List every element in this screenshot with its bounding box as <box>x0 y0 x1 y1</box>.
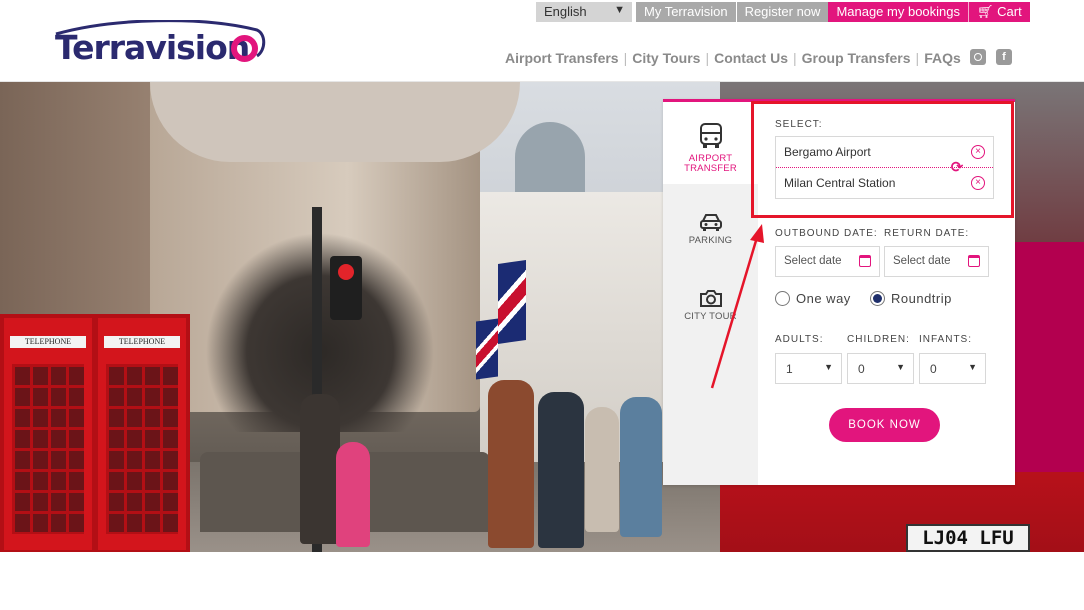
adults-select[interactable]: 1 ▼ <box>775 353 842 384</box>
camera-icon <box>699 290 722 307</box>
select-label: SELECT: <box>775 119 823 130</box>
tab-city-tour[interactable]: CITY TOUR <box>663 288 758 338</box>
nav-separator: | <box>623 50 628 66</box>
booth-sign: TELEPHONE <box>104 336 180 348</box>
nav-separator: | <box>915 50 920 66</box>
one-way-option[interactable]: One way <box>775 291 851 306</box>
children-select[interactable]: 0 ▼ <box>847 353 914 384</box>
booking-widget: AIRPORT TRANSFER PARKING CITY TOUR SELEC… <box>663 99 1015 485</box>
nav-separator: | <box>792 50 797 66</box>
infants-label: INFANTS: <box>919 334 973 345</box>
tab-label: CITY TOUR <box>684 311 737 322</box>
cart-link[interactable]: 🛒︎ Cart <box>968 2 1030 22</box>
terravision-logo[interactable]: Terravision <box>52 20 267 70</box>
bus-advert <box>1015 242 1084 472</box>
facebook-icon[interactable]: f <box>996 49 1012 65</box>
caret-down-icon: ▼ <box>824 362 833 372</box>
tab-label: TRANSFER <box>684 163 737 174</box>
traffic-light <box>330 256 362 320</box>
pedestrian <box>336 442 370 547</box>
roundtrip-label: Roundtrip <box>891 291 952 306</box>
return-date-placeholder: Select date <box>893 255 951 267</box>
return-date-input[interactable]: Select date <box>884 246 989 277</box>
tab-label: PARKING <box>688 235 733 246</box>
nav-contact-us[interactable]: Contact Us <box>714 50 788 66</box>
caret-down-icon: ▼ <box>896 362 905 372</box>
return-date-label: RETURN DATE: <box>884 228 970 239</box>
hero-ceiling <box>150 82 520 162</box>
booking-tabs: AIRPORT TRANSFER PARKING CITY TOUR <box>663 102 758 485</box>
register-now-link[interactable]: Register now <box>735 2 829 22</box>
logo-text: Terravision <box>55 28 250 67</box>
pedestrian <box>538 392 584 548</box>
manage-bookings-link[interactable]: Manage my bookings <box>828 2 969 22</box>
calendar-icon <box>859 255 871 267</box>
calendar-icon <box>968 255 980 267</box>
to-location-value: Milan Central Station <box>784 176 896 190</box>
from-location-value: Bergamo Airport <box>784 145 871 159</box>
roundtrip-radio[interactable] <box>870 291 885 306</box>
route-selector: Bergamo Airport × Milan Central Station … <box>775 136 994 199</box>
cart-label: Cart <box>997 4 1022 19</box>
book-now-button[interactable]: BOOK NOW <box>829 408 940 442</box>
my-terravision-link[interactable]: My Terravision <box>636 2 736 22</box>
nav-group-transfers[interactable]: Group Transfers <box>802 50 911 66</box>
bus-icon <box>699 123 722 148</box>
car-icon <box>699 214 722 231</box>
children-value: 0 <box>858 362 865 376</box>
language-value: English <box>544 4 587 19</box>
main-nav: Airport Transfers | City Tours | Contact U… <box>505 50 961 66</box>
nav-faqs[interactable]: FAQs <box>924 50 961 66</box>
children-label: CHILDREN: <box>847 334 910 345</box>
clear-to-icon[interactable]: × <box>971 176 985 190</box>
union-jack-flag <box>476 318 498 380</box>
nav-city-tours[interactable]: City Tours <box>632 50 700 66</box>
tab-parking[interactable]: PARKING <box>663 212 758 262</box>
infants-select[interactable]: 0 ▼ <box>919 353 986 384</box>
booth-window <box>12 364 84 534</box>
language-select[interactable]: English ▼ <box>536 2 632 22</box>
clear-from-icon[interactable]: × <box>971 145 985 159</box>
pedestrian <box>300 394 340 544</box>
booth-window <box>106 364 178 534</box>
logo-o-mark <box>231 35 258 62</box>
swap-route-icon[interactable]: ⟳ <box>949 160 965 176</box>
outbound-date-label: OUTBOUND DATE: <box>775 228 878 239</box>
pedestrian <box>488 380 534 548</box>
adults-label: ADULTS: <box>775 334 824 345</box>
outbound-date-placeholder: Select date <box>784 255 842 267</box>
caret-down-icon: ▼ <box>968 362 977 372</box>
caret-down-icon: ▼ <box>614 4 625 16</box>
cart-icon: 🛒︎ <box>977 4 994 19</box>
instagram-icon[interactable] <box>970 49 986 65</box>
top-bar: English ▼ My Terravision Register now Ma… <box>536 2 1030 22</box>
social-links: f <box>970 49 1012 65</box>
one-way-label: One way <box>796 291 851 306</box>
telephone-booth: TELEPHONE <box>94 314 190 552</box>
telephone-booth: TELEPHONE <box>0 314 96 552</box>
union-jack-flag <box>498 260 526 344</box>
outbound-date-input[interactable]: Select date <box>775 246 880 277</box>
booth-sign: TELEPHONE <box>10 336 86 348</box>
roundtrip-option[interactable]: Roundtrip <box>870 291 952 306</box>
one-way-radio[interactable] <box>775 291 790 306</box>
tab-airport-transfer[interactable]: AIRPORT TRANSFER <box>663 102 758 184</box>
infants-value: 0 <box>930 362 937 376</box>
pedestrian <box>620 397 662 537</box>
pedestrian <box>585 407 619 532</box>
site-header: Terravision English ▼ My Terravision Reg… <box>0 0 1084 82</box>
nav-separator: | <box>705 50 710 66</box>
adults-value: 1 <box>786 362 793 376</box>
nav-airport-transfers[interactable]: Airport Transfers <box>505 50 619 66</box>
licence-plate: LJ04 LFU <box>906 524 1030 552</box>
